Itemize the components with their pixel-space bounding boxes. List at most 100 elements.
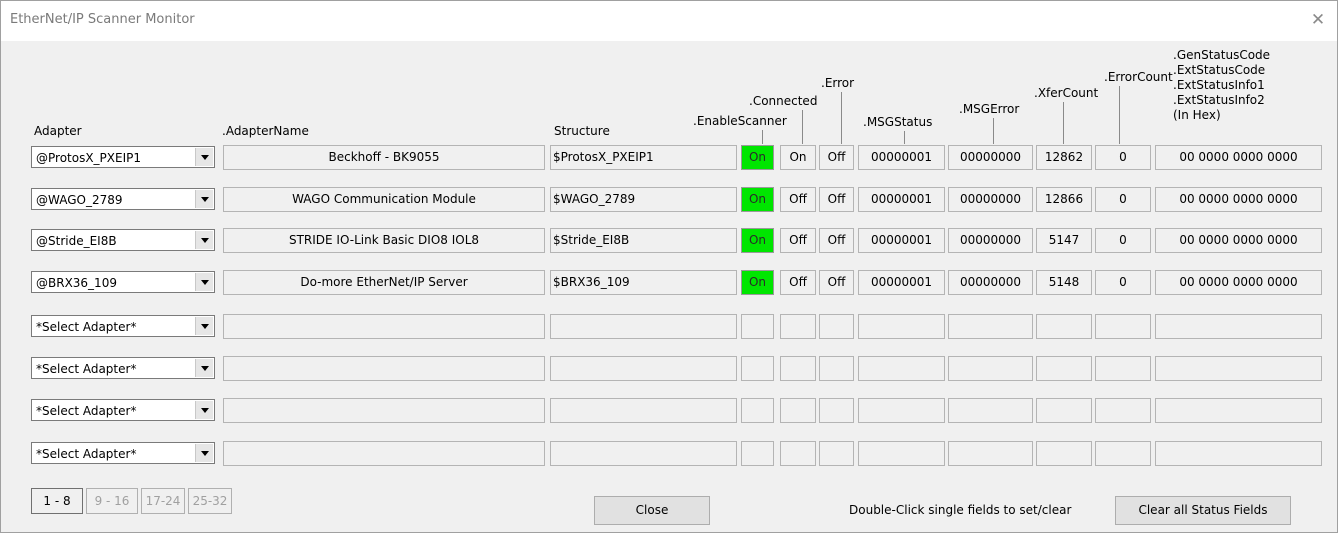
gen-status-field[interactable]: 00 0000 0000 0000 [1155, 228, 1322, 253]
gen-status-field[interactable]: 00 0000 0000 0000 [1155, 187, 1322, 212]
enable-scanner-field[interactable] [741, 398, 774, 423]
error-field[interactable] [819, 356, 854, 381]
msg-status-field[interactable] [858, 398, 945, 423]
structure-field[interactable] [550, 441, 737, 466]
structure-field[interactable] [550, 356, 737, 381]
error-count-field[interactable] [1095, 356, 1151, 381]
xfer-count-field[interactable] [1036, 356, 1092, 381]
xfer-count-field[interactable]: 12862 [1036, 145, 1092, 170]
adapter-select[interactable]: @ProtosX_PXEIP1 [31, 146, 215, 168]
error-count-field[interactable] [1095, 398, 1151, 423]
msg-error-field[interactable]: 00000000 [948, 187, 1033, 212]
clear-status-button[interactable]: Clear all Status Fields [1115, 496, 1291, 525]
msg-status-field[interactable]: 00000001 [858, 187, 945, 212]
xfer-count-field[interactable]: 5147 [1036, 228, 1092, 253]
structure-field[interactable]: $ProtosX_PXEIP1 [550, 145, 737, 170]
enable-scanner-field[interactable]: On [741, 270, 774, 295]
chevron-down-icon[interactable] [195, 444, 213, 462]
gen-status-field[interactable]: 00 0000 0000 0000 [1155, 270, 1322, 295]
error-count-field[interactable] [1095, 441, 1151, 466]
enable-scanner-field[interactable]: On [741, 228, 774, 253]
adapter-name-field[interactable]: STRIDE IO-Link Basic DIO8 IOL8 [223, 228, 545, 253]
msg-error-field[interactable]: 00000000 [948, 145, 1033, 170]
msg-error-field[interactable] [948, 398, 1033, 423]
adapter-select[interactable]: *Select Adapter* [31, 399, 215, 421]
gen-status-field[interactable] [1155, 398, 1322, 423]
connected-field[interactable]: Off [780, 228, 816, 253]
enable-scanner-field[interactable] [741, 314, 774, 339]
error-count-field[interactable]: 0 [1095, 187, 1151, 212]
adapter-select[interactable]: *Select Adapter* [31, 442, 215, 464]
adapter-select[interactable]: *Select Adapter* [31, 357, 215, 379]
msg-status-field[interactable]: 00000001 [858, 228, 945, 253]
error-count-field[interactable]: 0 [1095, 270, 1151, 295]
adapter-select[interactable]: @BRX36_109 [31, 271, 215, 293]
connected-field[interactable] [780, 356, 816, 381]
msg-status-field[interactable] [858, 314, 945, 339]
connected-field[interactable]: Off [780, 270, 816, 295]
enable-scanner-field[interactable]: On [741, 145, 774, 170]
chevron-down-icon[interactable] [195, 317, 213, 335]
msg-error-field[interactable] [948, 441, 1033, 466]
connected-field[interactable] [780, 441, 816, 466]
gen-status-field[interactable]: 00 0000 0000 0000 [1155, 145, 1322, 170]
adapter-name-field[interactable] [223, 356, 545, 381]
page-button-17-24[interactable]: 17-24 [141, 488, 185, 514]
chevron-down-icon[interactable] [195, 231, 213, 249]
xfer-count-field[interactable] [1036, 398, 1092, 423]
enable-scanner-field[interactable] [741, 356, 774, 381]
chevron-down-icon[interactable] [195, 190, 213, 208]
page-button-25-32[interactable]: 25-32 [188, 488, 232, 514]
error-field[interactable] [819, 314, 854, 339]
structure-field[interactable] [550, 314, 737, 339]
connected-field[interactable]: On [780, 145, 816, 170]
msg-error-field[interactable]: 00000000 [948, 270, 1033, 295]
connected-field[interactable]: Off [780, 187, 816, 212]
gen-status-field[interactable] [1155, 314, 1322, 339]
page-button-1-8[interactable]: 1 - 8 [31, 488, 83, 514]
error-count-field[interactable]: 0 [1095, 145, 1151, 170]
chevron-down-icon[interactable] [195, 273, 213, 291]
msg-status-field[interactable]: 00000001 [858, 270, 945, 295]
error-field[interactable]: Off [819, 187, 854, 212]
adapter-name-field[interactable]: WAGO Communication Module [223, 187, 545, 212]
adapter-name-field[interactable]: Do-more EtherNet/IP Server [223, 270, 545, 295]
error-field[interactable] [819, 398, 854, 423]
gen-status-field[interactable] [1155, 441, 1322, 466]
adapter-name-field[interactable] [223, 398, 545, 423]
xfer-count-field[interactable] [1036, 441, 1092, 466]
chevron-down-icon[interactable] [195, 401, 213, 419]
error-field[interactable]: Off [819, 145, 854, 170]
xfer-count-field[interactable] [1036, 314, 1092, 339]
connected-field[interactable] [780, 398, 816, 423]
xfer-count-field[interactable]: 5148 [1036, 270, 1092, 295]
enable-scanner-field[interactable]: On [741, 187, 774, 212]
error-field[interactable]: Off [819, 228, 854, 253]
structure-field[interactable] [550, 398, 737, 423]
msg-status-field[interactable] [858, 441, 945, 466]
chevron-down-icon[interactable] [195, 148, 213, 166]
enable-scanner-field[interactable] [741, 441, 774, 466]
structure-field[interactable]: $Stride_EI8B [550, 228, 737, 253]
page-button-9-16[interactable]: 9 - 16 [86, 488, 138, 514]
xfer-count-field[interactable]: 12866 [1036, 187, 1092, 212]
connected-field[interactable] [780, 314, 816, 339]
adapter-select[interactable]: @WAGO_2789 [31, 188, 215, 210]
adapter-name-field[interactable]: Beckhoff - BK9055 [223, 145, 545, 170]
error-count-field[interactable] [1095, 314, 1151, 339]
structure-field[interactable]: $BRX36_109 [550, 270, 737, 295]
error-field[interactable] [819, 441, 854, 466]
close-button[interactable]: Close [594, 496, 710, 525]
error-field[interactable]: Off [819, 270, 854, 295]
close-icon[interactable]: ✕ [1305, 7, 1331, 33]
error-count-field[interactable]: 0 [1095, 228, 1151, 253]
structure-field[interactable]: $WAGO_2789 [550, 187, 737, 212]
msg-status-field[interactable] [858, 356, 945, 381]
adapter-select[interactable]: *Select Adapter* [31, 315, 215, 337]
msg-error-field[interactable] [948, 314, 1033, 339]
gen-status-field[interactable] [1155, 356, 1322, 381]
msg-status-field[interactable]: 00000001 [858, 145, 945, 170]
msg-error-field[interactable] [948, 356, 1033, 381]
adapter-select[interactable]: @Stride_EI8B [31, 229, 215, 251]
chevron-down-icon[interactable] [195, 359, 213, 377]
